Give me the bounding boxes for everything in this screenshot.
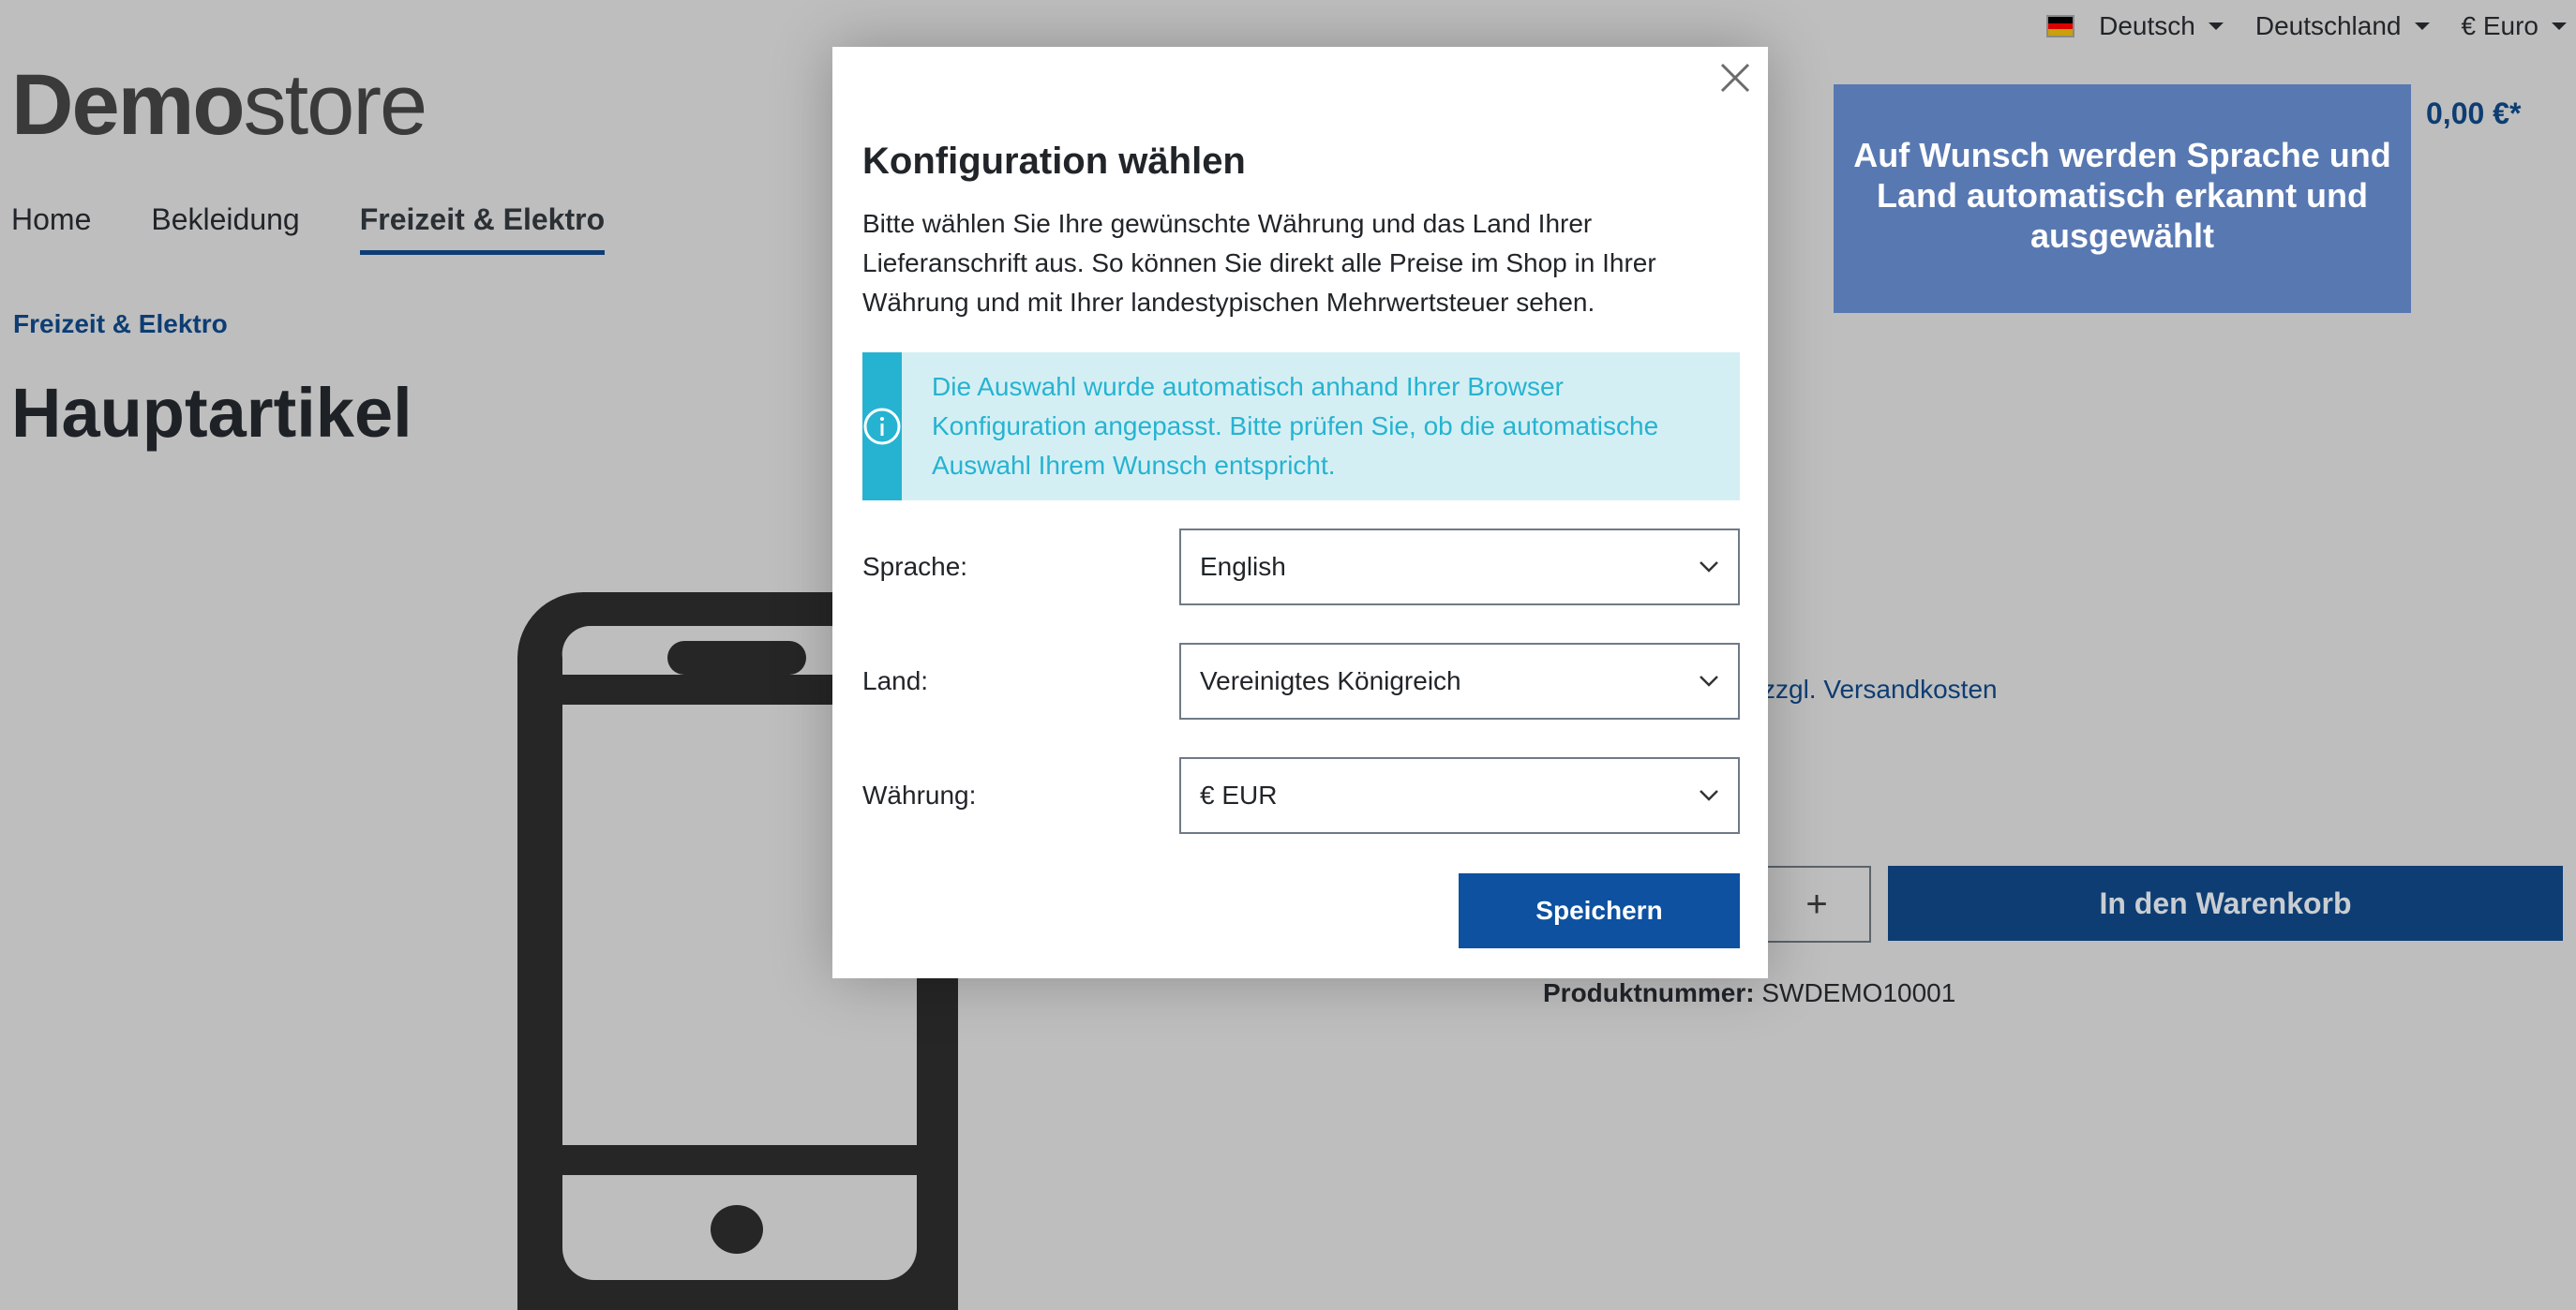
nav-item-home[interactable]: Home (11, 202, 91, 255)
modal-title: Konfiguration wählen (862, 141, 1246, 182)
currency-select-value: € EUR (1200, 781, 1278, 810)
main-navigation: Home Bekleidung Freizeit & Elektro (11, 202, 606, 255)
currency-label: € Euro (2461, 11, 2539, 40)
annotation-callout: Auf Wunsch werden Sprache und Land autom… (1834, 84, 2411, 313)
add-to-cart-button[interactable]: In den Warenkorb (1888, 866, 2563, 941)
plus-icon: + (1805, 883, 1828, 925)
logo-light-text: store (243, 57, 428, 153)
top-bar: Deutsch Deutschland € Euro (2014, 0, 2576, 52)
country-field-label: Land: (862, 666, 929, 695)
store-logo[interactable]: Demostore (11, 62, 427, 148)
country-select-value: Vereinigtes Königreich (1200, 666, 1461, 695)
alert-icon-bar (862, 352, 902, 500)
product-number-value: SWDEMO10001 (1761, 978, 1956, 1007)
quantity-increase-button[interactable]: + (1762, 866, 1871, 943)
language-select[interactable]: English (1179, 528, 1740, 605)
product-number-label: Produktnummer: (1543, 978, 1755, 1007)
cart-total: 0,00 €* (2426, 96, 2522, 130)
logo-bold-text: Demo (11, 57, 246, 153)
country-label: Deutschland (2254, 11, 2402, 40)
caret-down-icon (2414, 22, 2430, 30)
modal-intro-text: Bitte wählen Sie Ihre gewünschte Währung… (862, 209, 1656, 317)
shipping-costs-link[interactable]: zzgl. Versandkosten (1762, 675, 1998, 705)
country-dropdown[interactable]: Deutschland (2255, 11, 2430, 41)
alert-text: Die Auswahl wurde automatisch anhand Ihr… (932, 372, 1659, 480)
currency-field-label: Währung: (862, 781, 977, 810)
nav-item-bekleidung[interactable]: Bekleidung (151, 202, 299, 255)
page-title: Hauptartikel (11, 374, 412, 452)
language-dropdown[interactable]: Deutsch (2046, 11, 2224, 41)
info-icon (863, 408, 901, 445)
german-flag-icon (2046, 15, 2075, 37)
currency-dropdown[interactable]: € Euro (2461, 11, 2567, 41)
breadcrumb[interactable]: Freizeit & Elektro (13, 309, 228, 339)
currency-row: Währung: € EUR (862, 757, 1740, 834)
caret-down-icon (2552, 22, 2567, 30)
country-select[interactable]: Vereinigtes Königreich (1179, 643, 1740, 720)
close-icon[interactable] (1719, 62, 1751, 94)
language-label: Deutsch (2099, 11, 2195, 40)
language-row: Sprache: English (862, 528, 1740, 605)
chevron-down-icon (1700, 790, 1718, 801)
chevron-down-icon (1700, 561, 1718, 573)
configuration-modal: Konfiguration wählen Bitte wählen Sie Ih… (832, 47, 1768, 978)
product-number: Produktnummer: SWDEMO10001 (1543, 978, 1955, 1008)
language-select-value: English (1200, 552, 1286, 581)
chevron-down-icon (1700, 676, 1718, 687)
info-alert: Die Auswahl wurde automatisch anhand Ihr… (862, 352, 1740, 500)
nav-item-freizeit-elektro[interactable]: Freizeit & Elektro (359, 202, 606, 255)
currency-select[interactable]: € EUR (1179, 757, 1740, 834)
country-row: Land: Vereinigtes Königreich (862, 643, 1740, 720)
save-button[interactable]: Speichern (1459, 873, 1740, 948)
language-field-label: Sprache: (862, 552, 968, 581)
caret-down-icon (2208, 22, 2224, 30)
